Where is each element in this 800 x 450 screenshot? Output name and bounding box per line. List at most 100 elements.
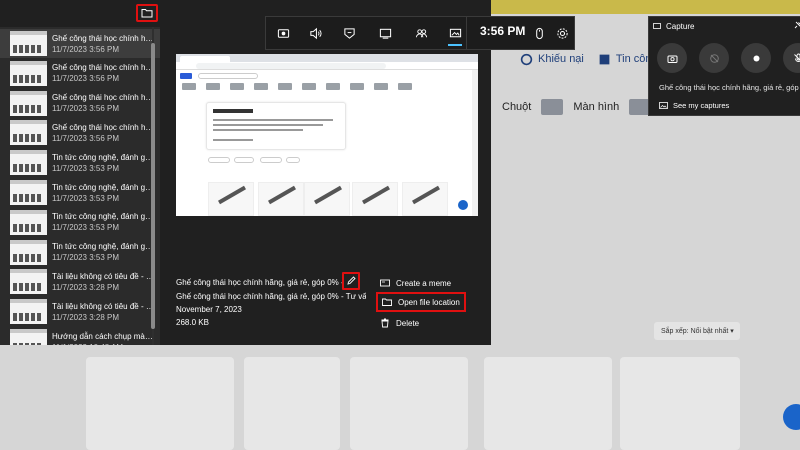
capture-item-title: Ghế công thái học chính hãng, ... [52,33,154,43]
resources-widget-button[interactable] [376,24,394,42]
capture-list-item[interactable]: Ghế công thái học chính hãng, ...11/7/20… [0,89,160,118]
xbox-social-widget-button[interactable] [412,24,430,42]
capture-item-title: Ghế công thái học chính hãng, ... [52,63,154,73]
open-captures-folder-button[interactable] [136,4,158,22]
trash-icon [381,318,389,328]
chat-bubble-icon[interactable] [783,404,800,430]
preview-card-heading [213,109,253,113]
microphone-toggle-button[interactable] [783,43,800,73]
product-card[interactable] [484,357,612,450]
capture-list-item[interactable]: Tin tức công nghệ, đánh giá ... 11/7/2023… [0,178,160,207]
settings-button[interactable] [553,24,571,42]
preview-browser-tabs [176,54,478,62]
create-meme-button[interactable]: Create a meme [380,275,451,291]
preview-nav [180,83,474,97]
gear-icon [556,27,568,39]
preview-product [208,182,254,216]
preview-url-box [196,63,386,69]
news-icon [599,54,610,64]
capture-item-title: Tài liệu không có tiêu đề - G... [52,301,154,311]
capture-widget-button[interactable] [274,24,292,42]
capture-item-title: Ghế công thái học chính hãng, ... [52,122,154,132]
capture-date: November 7, 2023 [176,305,242,314]
category-monitor[interactable]: Màn hình [573,101,619,113]
capture-list-item[interactable]: Tin tức công nghệ, đánh giá ... 11/7/2023… [0,148,160,177]
capture-item-date: 11/7/2023 3:53 PM [52,223,120,233]
capture-item-date: 11/7/2023 3:28 PM [52,312,120,322]
mouse-button[interactable] [530,24,548,42]
capture-item-title: Tài liệu không có tiêu đề - G... [52,271,154,281]
category-mouse[interactable]: Chuột [502,101,531,113]
capture-list-item[interactable]: Ghế công thái học chính hãng, ...11/7/20… [0,59,160,88]
product-card[interactable] [350,357,468,450]
capture-widget-header: Capture [649,17,800,35]
gallery-window: Ghế công thái học chính hãng, ...11/7/20… [0,0,491,345]
capture-subtitle: Ghế công thái học chính hãng, giá rẻ, gó… [176,292,366,301]
capture-list-scrollbar[interactable] [150,27,156,345]
open-file-location-button[interactable]: Open file location [376,292,466,312]
capture-list-item[interactable]: Tài liệu không có tiêu đề - G... 11/7/202… [0,297,160,326]
capture-meta: Ghế công thái học chính hãng, ...11/7/20… [52,122,154,144]
capture-file-size: 268.0 KB [176,318,209,327]
capture-item-title: Tin tức công nghệ, đánh giá ... [52,242,154,252]
preview-product [402,182,448,216]
create-meme-label: Create a meme [396,278,452,288]
capture-thumbnail [10,329,47,345]
game-bar [265,16,575,50]
capture-thumbnail [10,31,47,56]
see-my-captures-label: See my captures [673,101,730,110]
preview-nav-item [326,83,340,90]
capture-item-date: 11/7/2023 3:56 PM [52,104,120,114]
product-card[interactable] [244,357,340,450]
product-card[interactable] [86,357,234,450]
preview-product [304,182,350,216]
xbox-social-icon [415,28,427,37]
capture-list: Ghế công thái học chính hãng, ...11/7/20… [0,27,160,345]
record-last-30s-button[interactable] [699,43,729,73]
preview-nav-item [374,83,388,90]
performance-widget-button[interactable] [340,24,358,42]
preview-content-card [206,102,346,150]
product-card[interactable] [620,357,740,450]
preview-product [352,182,398,216]
folder-icon [141,9,153,18]
pencil-icon [347,276,356,285]
start-recording-button[interactable] [741,43,771,73]
preview-filter [260,157,282,163]
header-item-complaint[interactable]: Khiếu nại [520,53,584,66]
preview-nav-item [398,83,412,90]
scrollbar-thumb[interactable] [151,43,155,329]
see-my-captures-link[interactable]: See my captures [659,101,729,110]
site-topbar [490,0,800,14]
preview-chat-icon [458,200,468,210]
capture-list-item[interactable]: Tin tức công nghệ, đánh giá ... 11/7/2023… [0,238,160,267]
capture-widget-icon [653,23,661,29]
audio-widget-button[interactable] [306,24,324,42]
gallery-widget-button[interactable] [446,24,464,46]
screenshot-button[interactable] [657,43,687,73]
capture-meta: Tin tức công nghệ, đánh giá ... 11/7/2023… [52,241,154,263]
capture-item-date: 11/1/2023 10:48 AM [52,342,154,346]
preview-filter [286,157,300,163]
capture-list-item[interactable]: Hướng dẫn cách chụp màn...11/1/2023 10:4… [0,327,160,345]
capture-thumbnail [10,60,47,86]
delete-button[interactable]: Delete [380,315,419,331]
pin-icon[interactable] [793,21,800,30]
preview-scrollbar [472,70,478,216]
gallery-icon [659,101,668,109]
capture-thumbnail [10,180,47,205]
capture-meta: Hướng dẫn cách chụp màn...11/1/2023 10:4… [52,331,154,346]
capture-item-date: 11/7/2023 3:56 PM [52,74,120,84]
edit-title-button[interactable] [342,272,360,290]
capture-widget: Capture Ghế công thái học chính hãng, gi… [648,16,800,116]
capture-widget-icon [277,28,289,38]
preview-card-line [213,124,323,126]
capture-list-item[interactable]: Tin tức công nghệ, đánh giá ... 11/7/2023… [0,208,160,237]
preview-nav-item [278,83,292,90]
capture-list-item[interactable]: Tài liệu không có tiêu đề - G... 11/7/202… [0,267,160,296]
preview-nav-item [206,83,220,90]
capture-list-item[interactable]: Ghế công thái học chính hãng, ...11/7/20… [0,118,160,147]
capture-list-item[interactable]: Ghế công thái học chính hãng, ...11/7/20… [0,29,160,58]
sort-dropdown[interactable]: Sắp xếp: Nổi bật nhất ▾ [654,322,740,340]
capture-preview[interactable] [176,54,478,216]
